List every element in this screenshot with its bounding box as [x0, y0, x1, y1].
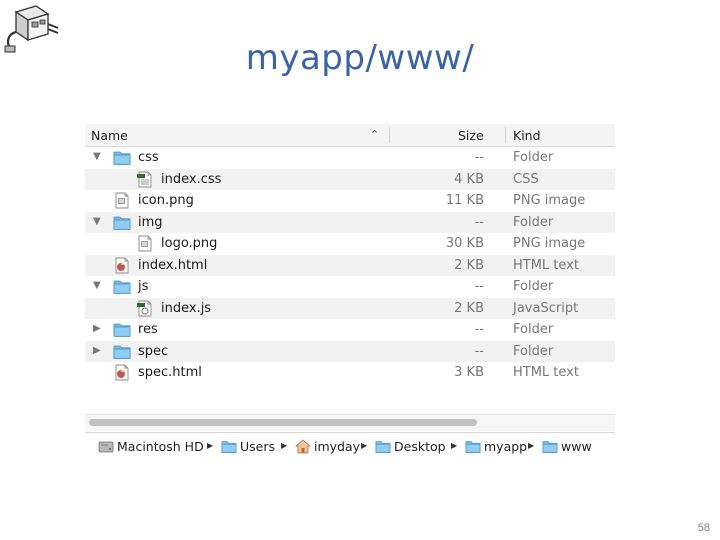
file-row[interactable]: logo.png 30 KB PNG image [85, 233, 615, 255]
file-size: 30 KB [445, 236, 484, 251]
css-file-icon [136, 171, 154, 188]
page-number: 58 [697, 522, 710, 534]
disclosure-expanded-icon[interactable]: ▼ [93, 280, 101, 291]
file-name: res [138, 322, 158, 337]
column-header-kind[interactable]: Kind [513, 128, 541, 143]
disclosure-expanded-icon[interactable]: ▼ [93, 151, 101, 162]
file-kind: CSS [513, 171, 539, 187]
column-header-name[interactable]: Name [91, 128, 128, 143]
file-size: -- [474, 279, 484, 294]
file-kind: HTML text [513, 257, 579, 273]
file-name: spec.html [138, 365, 202, 380]
slide-title: myapp/www/ [245, 38, 475, 78]
file-row[interactable]: index.html 2 KB HTML text [85, 254, 615, 276]
file-kind: Folder [513, 322, 554, 337]
file-size: -- [474, 322, 484, 337]
folder-icon [113, 214, 131, 231]
file-name: index.js [161, 300, 212, 316]
path-separator-icon: ▶ [451, 441, 458, 450]
file-name: img [138, 214, 163, 230]
path-separator-icon: ▶ [361, 441, 368, 450]
file-kind: Folder [513, 214, 554, 230]
file-size: 2 KB [454, 257, 484, 273]
folder-icon [113, 343, 131, 360]
file-row[interactable]: index.css 4 KB CSS [85, 168, 615, 190]
hard-drive-icon [98, 439, 114, 454]
path-bar: Macintosh HD ▶ Users ▶ imyday ▶ Desktop ▶ myapp ▶… [85, 432, 615, 459]
file-size: -- [474, 150, 484, 165]
file-size: 4 KB [454, 171, 484, 187]
png-file-icon [136, 235, 154, 252]
sort-ascending-icon[interactable]: ⌃ [370, 128, 379, 141]
file-kind: PNG image [513, 236, 586, 251]
horizontal-scrollbar[interactable] [85, 414, 615, 431]
file-name: logo.png [161, 236, 218, 251]
file-kind: PNG image [513, 193, 586, 208]
file-size: 11 KB [445, 193, 484, 208]
png-file-icon [113, 192, 131, 209]
file-kind: JavaScript [513, 300, 579, 316]
folder-icon [465, 439, 481, 454]
js-file-icon [136, 300, 154, 317]
path-item-label: myapp [484, 439, 528, 454]
file-row[interactable]: index.js 2 KB JavaScript [85, 297, 615, 319]
file-kind: HTML text [513, 365, 579, 380]
path-separator-icon: ▶ [207, 441, 214, 450]
file-row[interactable]: ▼ js -- Folder [85, 276, 615, 298]
file-name: spec [138, 343, 169, 359]
column-header: Name ⌃ Size Kind [85, 124, 615, 147]
path-item-label: Desktop [394, 439, 446, 454]
disclosure-collapsed-icon[interactable]: ▶ [93, 345, 101, 356]
scrollbar-thumb[interactable] [89, 419, 477, 426]
file-name: css [138, 150, 159, 165]
file-name: index.html [138, 257, 208, 273]
path-separator-icon: ▶ [528, 441, 535, 450]
file-size: 2 KB [454, 300, 484, 316]
disclosure-collapsed-icon[interactable]: ▶ [93, 323, 101, 334]
file-kind: Folder [513, 343, 554, 359]
file-kind: Folder [513, 279, 554, 294]
path-item-label: Macintosh HD [117, 439, 204, 454]
finder-window: Name ⌃ Size Kind ▼ css -- Folder index.css 4 … [85, 124, 615, 460]
file-row[interactable]: ▼ img -- Folder [85, 211, 615, 233]
file-name: icon.png [138, 193, 194, 208]
html-file-icon [113, 364, 131, 381]
column-divider[interactable] [389, 127, 390, 143]
disclosure-expanded-icon[interactable]: ▼ [93, 216, 101, 227]
folder-icon [113, 149, 131, 166]
folder-icon [113, 278, 131, 295]
path-item-label: www [561, 439, 592, 454]
column-divider[interactable] [505, 127, 506, 143]
file-list: ▼ css -- Folder index.css 4 KB CSS icon.png 11 K… [85, 147, 615, 384]
home-icon [294, 439, 312, 454]
file-row[interactable]: ▶ spec -- Folder [85, 340, 615, 362]
users-folder-icon [221, 439, 237, 454]
html-file-icon [113, 257, 131, 274]
column-header-size[interactable]: Size [458, 128, 484, 143]
file-name: index.css [161, 171, 222, 187]
path-item-label: Users [240, 439, 276, 454]
folder-icon [542, 439, 558, 454]
file-row[interactable]: spec.html 3 KB HTML text [85, 362, 615, 384]
path-item-label: imyday [314, 439, 361, 454]
file-size: -- [474, 343, 484, 359]
desktop-folder-icon [375, 439, 391, 454]
file-size: -- [474, 214, 484, 230]
path-separator-icon: ▶ [281, 441, 288, 450]
file-size: 3 KB [454, 365, 484, 380]
folder-icon [113, 321, 131, 338]
file-row[interactable]: ▶ res -- Folder [85, 319, 615, 341]
file-kind: Folder [513, 150, 554, 165]
file-row[interactable]: ▼ css -- Folder [85, 147, 615, 169]
file-row[interactable]: icon.png 11 KB PNG image [85, 190, 615, 212]
file-name: js [138, 279, 149, 294]
